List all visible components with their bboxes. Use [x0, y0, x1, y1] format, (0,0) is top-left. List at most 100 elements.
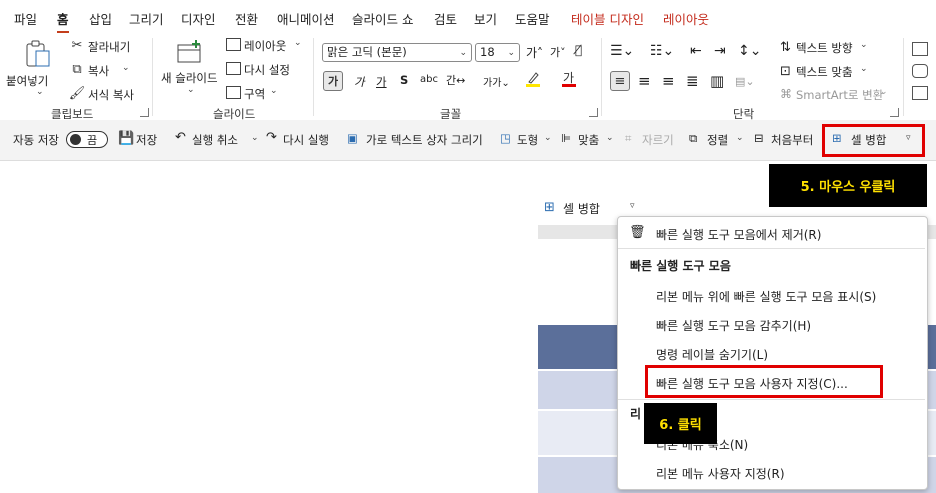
chevron-down-icon[interactable]: ⌄: [860, 40, 868, 50]
bold-button[interactable]: 가: [323, 71, 343, 91]
tab-file[interactable]: 파일: [14, 9, 37, 28]
chevron-down-icon[interactable]: ⌄: [606, 133, 614, 143]
font-name-combobox[interactable]: 맑은 고딕 (본문) ⌄: [322, 43, 472, 62]
tab-animations[interactable]: 애니메이션: [277, 9, 335, 28]
chevron-down-icon[interactable]: ⌄: [507, 45, 515, 62]
dialog-launcher-icon[interactable]: [589, 108, 598, 117]
textbox-icon: ▣: [347, 131, 358, 145]
align-right-icon[interactable]: ≡: [662, 72, 675, 90]
text-direction-icon: ⇅: [780, 40, 791, 55]
shadow-icon[interactable]: abc: [420, 74, 438, 85]
chevron-down-icon[interactable]: ⌄: [36, 87, 44, 97]
dialog-launcher-icon[interactable]: [140, 108, 149, 117]
merge-cells-floating-label[interactable]: 셀 병합: [563, 200, 600, 217]
layout-button[interactable]: 레이아웃: [244, 38, 286, 54]
align-text-button[interactable]: 텍스트 맞춤: [796, 64, 853, 80]
bullets-icon[interactable]: ☰⌄: [610, 43, 634, 59]
align-button[interactable]: 맞춤: [578, 132, 599, 148]
align-center-icon[interactable]: ≡: [638, 72, 651, 90]
tab-review[interactable]: 검토: [434, 9, 457, 28]
highlight-box: [822, 124, 925, 157]
tab-home[interactable]: 홈: [57, 9, 69, 33]
shape-icon[interactable]: [912, 64, 928, 78]
menu-item-show-above[interactable]: 리본 메뉴 위에 빠른 실행 도구 모음 표시(S): [656, 288, 876, 305]
qat-context-menu: 🗑 빠른 실행 도구 모음에서 제거(R) 빠른 실행 도구 모음 리본 메뉴 …: [617, 216, 928, 490]
crop-button[interactable]: 자르기: [642, 132, 674, 148]
strikethrough-button[interactable]: S: [400, 73, 408, 87]
from-start-button[interactable]: 처음부터: [771, 132, 813, 148]
new-slide-label[interactable]: 새 슬라이드: [161, 70, 218, 86]
char-spacing-icon[interactable]: 간↔: [446, 72, 465, 88]
chevron-down-icon[interactable]: ⌄: [736, 133, 744, 143]
distribute-icon[interactable]: ▥: [710, 72, 724, 90]
tab-slideshow[interactable]: 슬라이드 쇼: [352, 9, 413, 28]
copy-button[interactable]: 복사: [88, 63, 109, 79]
grow-font-icon[interactable]: 가˄: [526, 44, 543, 61]
underline-button[interactable]: 가: [376, 74, 387, 90]
paste-icon[interactable]: [22, 38, 54, 70]
new-slide-icon[interactable]: [175, 38, 205, 66]
tab-table-design[interactable]: 테이블 디자인: [571, 9, 644, 28]
dialog-launcher-icon[interactable]: [890, 108, 899, 117]
autosave-label: 자동 저장: [13, 133, 59, 147]
tab-draw[interactable]: 그리기: [129, 9, 164, 28]
menu-item-remove[interactable]: 빠른 실행 도구 모음에서 제거(R): [656, 226, 821, 243]
menu-item-hide-qat[interactable]: 빠른 실행 도구 모음 감추기(H): [656, 317, 811, 334]
format-painter-icon: 🖌: [68, 85, 86, 101]
numbering-icon[interactable]: ☷⌄: [650, 43, 674, 59]
format-painter-button[interactable]: 서식 복사: [88, 87, 134, 103]
menu-item-customize-ribbon[interactable]: 리본 메뉴 사용자 지정(R): [656, 465, 785, 482]
arrange-icon: ⧉: [689, 131, 698, 145]
redo-button[interactable]: 다시 실행: [283, 132, 329, 148]
arrange-icon[interactable]: [912, 86, 928, 100]
smartart-button[interactable]: SmartArt로 변환: [796, 87, 883, 103]
tab-transitions[interactable]: 전환: [235, 9, 258, 28]
slideshow-icon: ⊟: [754, 131, 764, 145]
toggle-state: 끔: [87, 134, 98, 147]
undo-button[interactable]: 실행 취소: [192, 132, 238, 148]
customize-qat-icon[interactable]: ▿: [630, 201, 635, 211]
chevron-down-icon[interactable]: ⌄: [122, 63, 130, 73]
decrease-indent-icon[interactable]: ⇤: [690, 43, 702, 59]
section-button[interactable]: 구역: [244, 86, 265, 102]
arrange-button[interactable]: 정렬: [707, 132, 728, 148]
increase-indent-icon[interactable]: ⇥: [714, 43, 726, 59]
chevron-down-icon[interactable]: ⌄: [860, 64, 868, 74]
reset-button[interactable]: 다시 설정: [244, 62, 290, 78]
chevron-down-icon[interactable]: ⌄: [544, 133, 552, 143]
highlight-icon[interactable]: [525, 70, 541, 88]
tab-help[interactable]: 도움말: [515, 9, 550, 28]
draw-textbox-button[interactable]: 가로 텍스트 상자 그리기: [366, 132, 483, 148]
tab-insert[interactable]: 삽입: [89, 9, 112, 28]
line-spacing-icon[interactable]: ↕⌄: [738, 43, 761, 59]
save-button[interactable]: 저장: [136, 132, 157, 148]
text-direction-button[interactable]: 텍스트 방향: [796, 40, 853, 56]
italic-button[interactable]: 가: [354, 74, 365, 90]
shapes-button[interactable]: 도형: [517, 132, 538, 148]
tab-view[interactable]: 보기: [474, 9, 497, 28]
font-color-icon[interactable]: 가: [561, 70, 577, 88]
chevron-down-icon[interactable]: ⌄: [294, 38, 302, 48]
shrink-font-icon[interactable]: 가˅: [550, 44, 566, 60]
tab-design[interactable]: 디자인: [181, 9, 216, 28]
clear-format-icon[interactable]: 가̸: [575, 43, 582, 57]
font-size-combobox[interactable]: 18 ⌄: [475, 43, 520, 62]
chevron-down-icon[interactable]: ⌄: [270, 86, 278, 96]
columns-icon[interactable]: ▤⌄: [735, 75, 755, 88]
quick-access-toolbar: 자동 저장 끔 💾 저장 ↶ 실행 취소 ⌄ ↷ 다시 실행 ▣ 가로 텍스트 …: [0, 120, 936, 161]
menu-divider: [618, 399, 925, 400]
textbox-icon[interactable]: [912, 42, 928, 56]
cut-button[interactable]: 잘라내기: [88, 39, 130, 55]
menu-divider: [618, 248, 925, 249]
chevron-down-icon[interactable]: ⌄: [459, 45, 467, 62]
align-left-button[interactable]: ≡: [610, 71, 630, 91]
justify-icon[interactable]: ≣: [686, 72, 699, 90]
chevron-down-icon[interactable]: ⌄: [880, 87, 888, 97]
shapes-icon: ◳: [500, 131, 511, 145]
chevron-down-icon[interactable]: ⌄: [187, 85, 195, 95]
tab-layout[interactable]: 레이아웃: [663, 9, 709, 28]
menu-item-hide-labels[interactable]: 명령 레이블 숨기기(L): [656, 346, 768, 363]
autosave-toggle[interactable]: 끔: [66, 131, 108, 148]
chevron-down-icon[interactable]: ⌄: [251, 133, 259, 143]
change-case-icon[interactable]: 가가⌄: [483, 74, 510, 89]
